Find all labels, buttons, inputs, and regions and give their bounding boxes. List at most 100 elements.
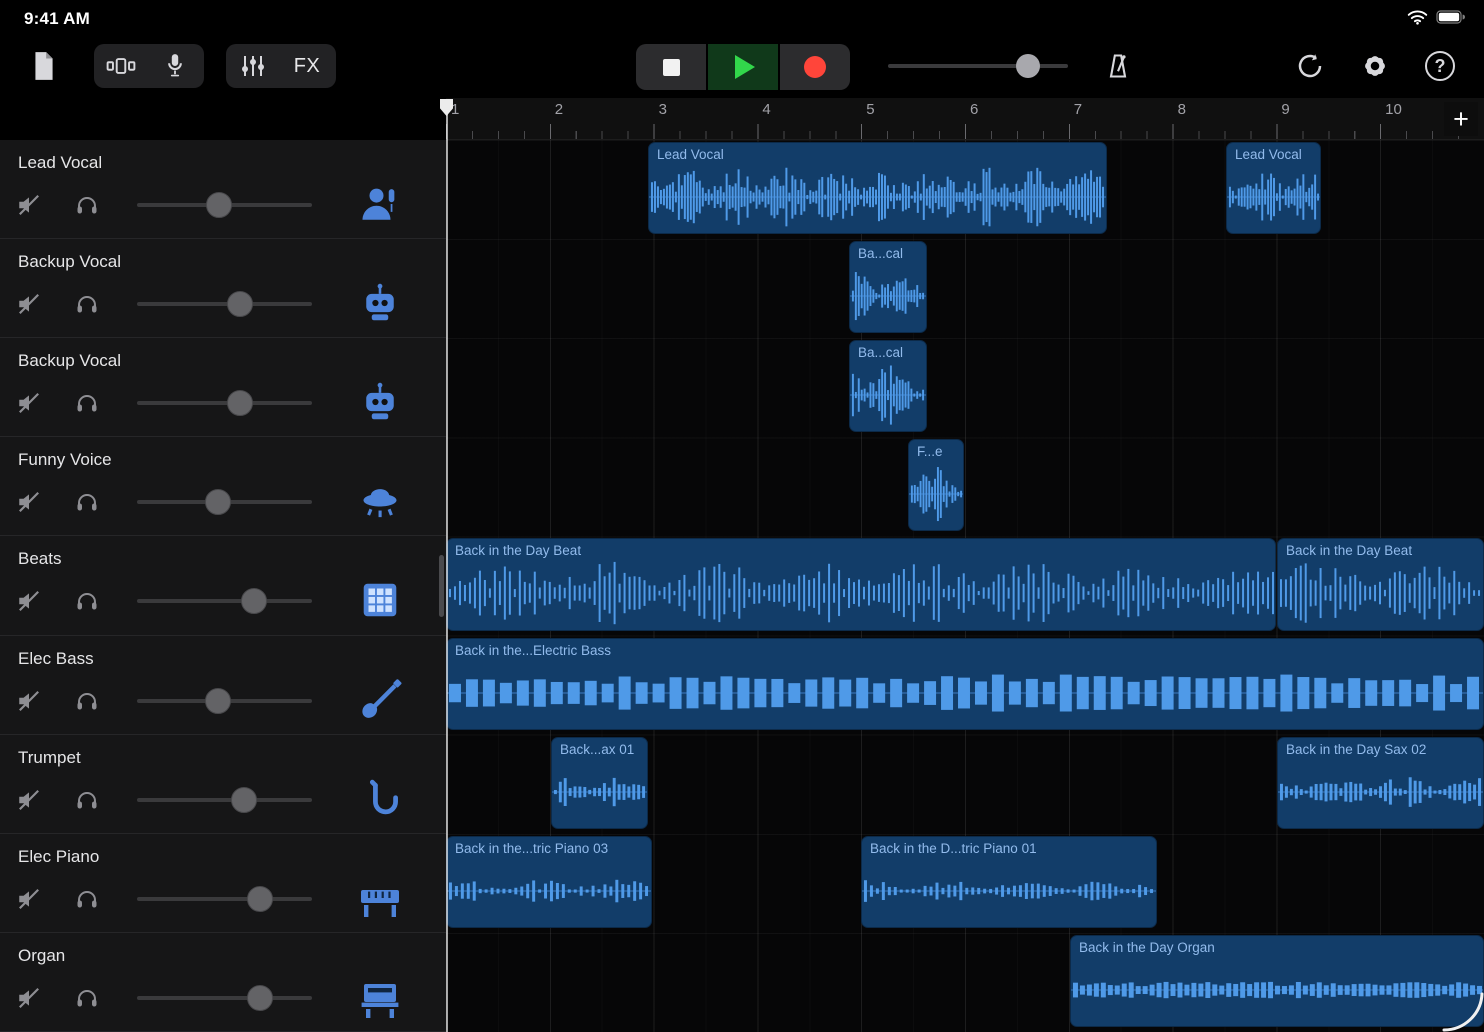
- record-button[interactable]: [780, 44, 850, 90]
- audio-region[interactable]: Back in the Day Sax 02: [1277, 737, 1484, 829]
- my-songs-button[interactable]: [24, 44, 64, 88]
- timeline-ruler[interactable]: 12345678910 +: [446, 98, 1484, 140]
- mute-button[interactable]: [14, 289, 44, 319]
- audio-region[interactable]: Back...ax 01: [551, 737, 648, 829]
- track-header[interactable]: Beats: [0, 536, 446, 635]
- headphones-solo-button[interactable]: [72, 884, 102, 914]
- track-volume-slider[interactable]: [137, 197, 312, 213]
- track-volume-thumb[interactable]: [231, 787, 257, 813]
- audio-region[interactable]: Ba...cal: [849, 241, 927, 333]
- waveform: [1278, 561, 1483, 625]
- track-volume-thumb[interactable]: [227, 291, 253, 317]
- fx-label: FX: [294, 55, 321, 78]
- track-panel-resize-handle[interactable]: [439, 555, 444, 617]
- audio-region[interactable]: Back in the Day Beat: [446, 538, 1276, 630]
- ruler-measure-numbers: 12345678910: [446, 98, 1484, 139]
- drum-machine-icon[interactable]: [356, 576, 404, 624]
- bass-guitar-icon[interactable]: [356, 676, 404, 724]
- track-header[interactable]: Funny Voice: [0, 437, 446, 536]
- audio-region[interactable]: F...e: [908, 439, 964, 531]
- master-volume-slider[interactable]: [888, 64, 1068, 68]
- singer-icon[interactable]: [356, 180, 404, 228]
- track-volume-thumb[interactable]: [247, 886, 273, 912]
- track-header[interactable]: Backup Vocal: [0, 338, 446, 437]
- arrangement-timeline[interactable]: Lead Vocal Lead Vocal Ba...calBa...cal F...…: [446, 140, 1484, 1032]
- track-volume-thumb[interactable]: [227, 390, 253, 416]
- track-header[interactable]: Organ: [0, 933, 446, 1032]
- mute-button[interactable]: [14, 983, 44, 1013]
- headphones-solo-button[interactable]: [72, 487, 102, 517]
- audio-region[interactable]: Lead Vocal: [648, 142, 1107, 234]
- track-volume-thumb[interactable]: [205, 489, 231, 515]
- audio-region[interactable]: Ba...cal: [849, 340, 927, 432]
- track-header[interactable]: Elec Bass: [0, 636, 446, 735]
- microphone-icon[interactable]: [148, 44, 202, 88]
- track-view-toggle[interactable]: [94, 44, 148, 88]
- fx-button[interactable]: FX: [280, 44, 334, 88]
- audio-region[interactable]: Back in the Day Organ: [1070, 935, 1484, 1027]
- track-header[interactable]: Elec Piano: [0, 834, 446, 933]
- track-header[interactable]: Backup Vocal: [0, 239, 446, 338]
- headphones-solo-button[interactable]: [72, 388, 102, 418]
- track-volume-thumb[interactable]: [205, 688, 231, 714]
- audio-region[interactable]: Lead Vocal: [1226, 142, 1321, 234]
- robot-icon[interactable]: [356, 378, 404, 426]
- measure-number: 9: [1276, 98, 1380, 139]
- play-button[interactable]: [708, 44, 778, 90]
- ufo-icon[interactable]: [356, 477, 404, 525]
- region-label: Back in the...tric Piano 03: [455, 841, 608, 856]
- track-volume-slider[interactable]: [137, 990, 312, 1006]
- stop-button[interactable]: [636, 44, 706, 90]
- organ-icon[interactable]: [356, 973, 404, 1021]
- mute-button[interactable]: [14, 190, 44, 220]
- mute-button[interactable]: [14, 686, 44, 716]
- mute-button[interactable]: [14, 884, 44, 914]
- track-volume-slider[interactable]: [137, 792, 312, 808]
- track-volume-rail: [137, 302, 312, 306]
- measure-number: 1: [446, 98, 550, 139]
- headphones-solo-button[interactable]: [72, 190, 102, 220]
- track-volume-thumb[interactable]: [241, 588, 267, 614]
- add-track-button[interactable]: +: [1444, 102, 1478, 136]
- waveform: [862, 859, 1156, 923]
- track-volume-slider[interactable]: [137, 494, 312, 510]
- track-volume-thumb[interactable]: [247, 985, 273, 1011]
- metronome-button[interactable]: [1098, 48, 1138, 84]
- track-volume-slider[interactable]: [137, 891, 312, 907]
- audio-region[interactable]: Back in the...Electric Bass: [446, 638, 1484, 730]
- audio-region[interactable]: Back in the...tric Piano 03: [446, 836, 652, 928]
- audio-region[interactable]: Back in the Day Beat: [1277, 538, 1484, 630]
- headphones-solo-button[interactable]: [72, 686, 102, 716]
- mute-button[interactable]: [14, 785, 44, 815]
- mute-button[interactable]: [14, 487, 44, 517]
- track-header[interactable]: Trumpet: [0, 735, 446, 834]
- settings-gear-icon[interactable]: [1355, 48, 1395, 84]
- track-volume-slider[interactable]: [137, 593, 312, 609]
- track-volume-slider[interactable]: [137, 296, 312, 312]
- headphones-solo-button[interactable]: [72, 289, 102, 319]
- region-label: Back in the Day Beat: [455, 543, 581, 558]
- track-header-panel: Lead Vocal Backup Vocal: [0, 140, 446, 1032]
- mixer-sliders-icon[interactable]: [226, 44, 280, 88]
- track-volume-rail: [137, 599, 312, 603]
- track-name: Beats: [18, 549, 61, 569]
- region-label: Lead Vocal: [657, 147, 724, 162]
- saxophone-icon[interactable]: [356, 775, 404, 823]
- loop-browser-icon[interactable]: [1290, 48, 1330, 84]
- headphones-solo-button[interactable]: [72, 785, 102, 815]
- track-volume-thumb[interactable]: [206, 192, 232, 218]
- headphones-solo-button[interactable]: [72, 983, 102, 1013]
- track-volume-slider[interactable]: [137, 395, 312, 411]
- mute-button[interactable]: [14, 388, 44, 418]
- master-volume-thumb[interactable]: [1016, 54, 1040, 78]
- track-header[interactable]: Lead Vocal: [0, 140, 446, 239]
- transport-controls: [636, 44, 850, 90]
- headphones-solo-button[interactable]: [72, 586, 102, 616]
- track-name: Funny Voice: [18, 450, 112, 470]
- electric-piano-icon[interactable]: [356, 874, 404, 922]
- mute-button[interactable]: [14, 586, 44, 616]
- audio-region[interactable]: Back in the D...tric Piano 01: [861, 836, 1157, 928]
- robot-icon[interactable]: [356, 279, 404, 327]
- track-volume-slider[interactable]: [137, 693, 312, 709]
- help-button[interactable]: ?: [1420, 48, 1460, 84]
